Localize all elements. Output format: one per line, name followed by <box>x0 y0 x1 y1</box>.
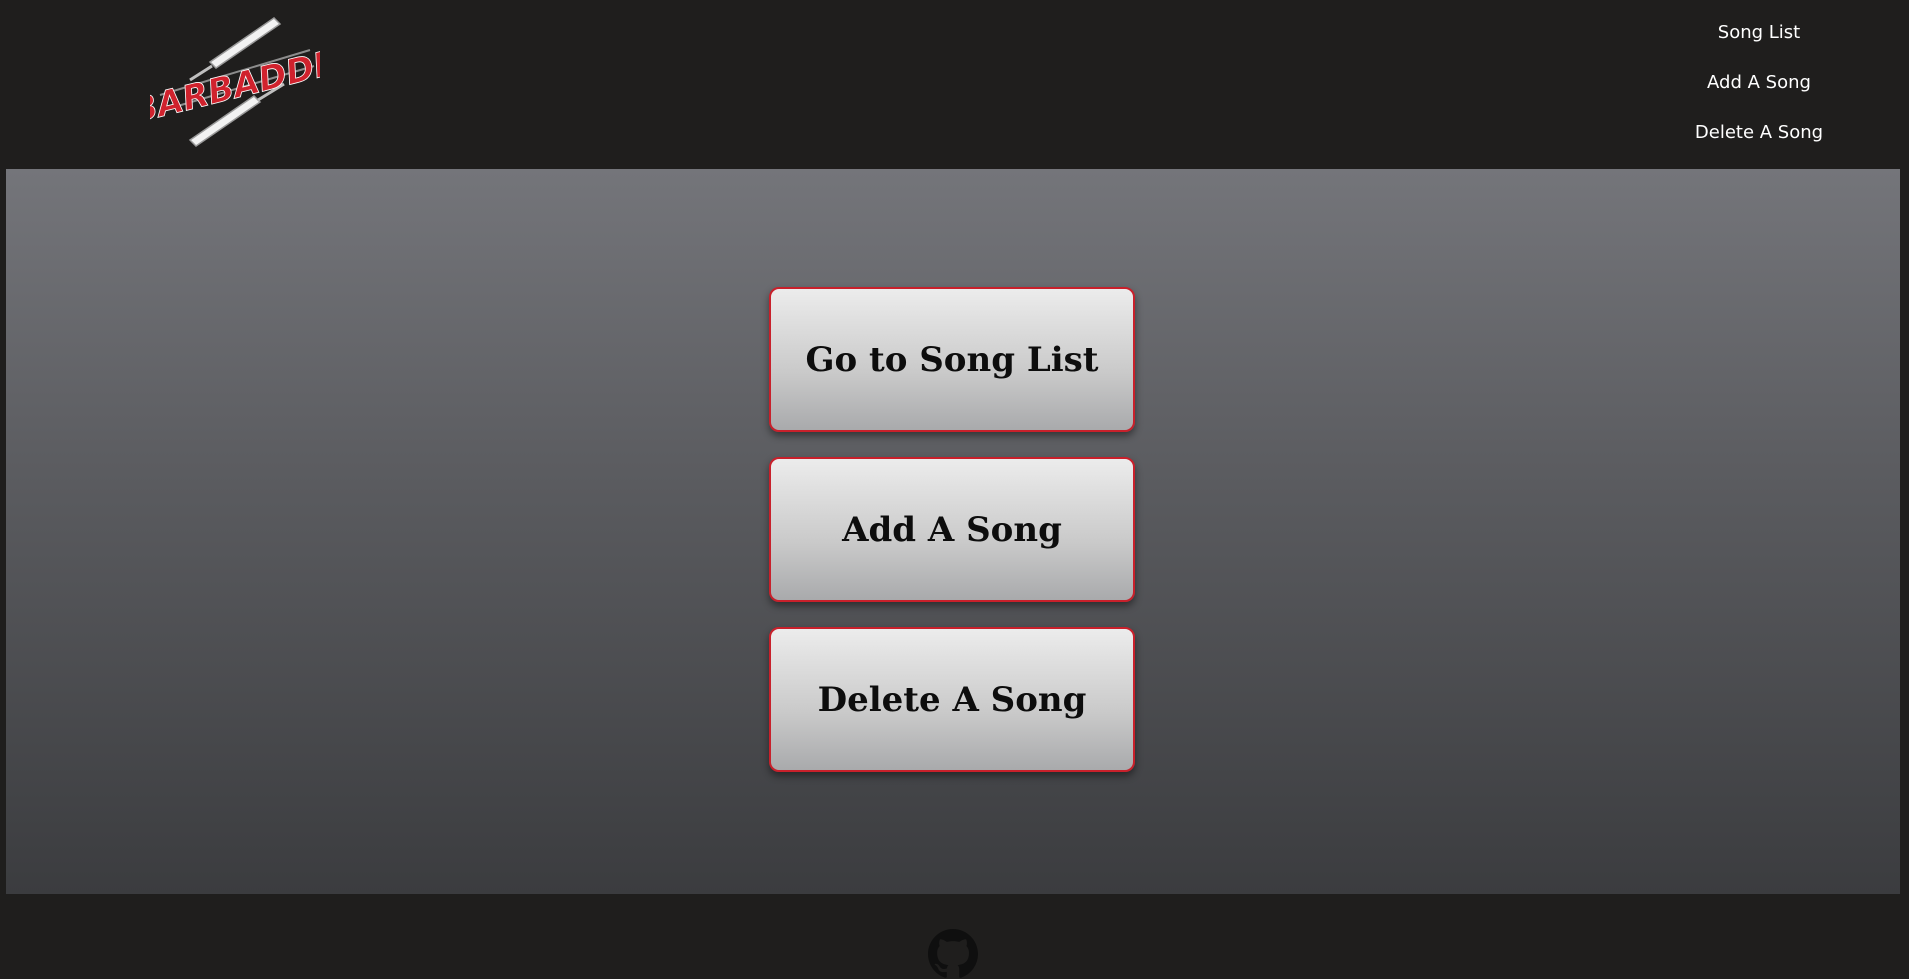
github-icon[interactable] <box>928 929 978 979</box>
main-panel: Go to Song List Add A Song Delete A Song <box>6 169 1900 894</box>
top-nav: Song List Add A Song Delete A Song <box>1609 0 1909 168</box>
site-footer <box>0 895 1909 978</box>
site-header: BARBADDE Song List Add A Song Delete A S… <box>0 0 1909 168</box>
go-to-song-list-button[interactable]: Go to Song List <box>769 287 1135 432</box>
nav-link-add-song[interactable]: Add A Song <box>1609 72 1909 93</box>
nav-link-delete-song[interactable]: Delete A Song <box>1609 122 1909 143</box>
nav-link-song-list[interactable]: Song List <box>1609 22 1909 43</box>
add-song-button[interactable]: Add A Song <box>769 457 1135 602</box>
brand-logo[interactable]: BARBADDE <box>150 10 320 150</box>
delete-song-button[interactable]: Delete A Song <box>769 627 1135 772</box>
